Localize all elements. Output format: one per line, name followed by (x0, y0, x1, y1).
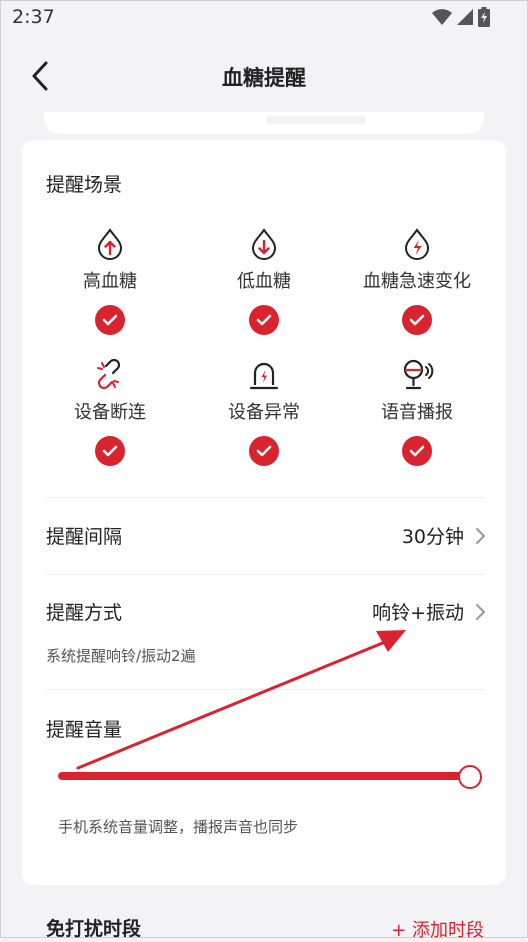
checkmark-icon (102, 445, 118, 457)
volume-slider-thumb[interactable] (458, 765, 482, 789)
settings-card: 提醒场景 高血糖 低血糖 血糖急速变化 设备断连 设备异常 语音播报 提醒间隔 … (22, 140, 506, 885)
divider (46, 497, 484, 498)
scene-checkbox[interactable] (95, 436, 125, 466)
scene-checkbox[interactable] (249, 305, 279, 335)
scene-checkbox[interactable] (95, 305, 125, 335)
checkmark-icon (256, 445, 272, 457)
checkmark-icon (256, 314, 272, 326)
divider (46, 689, 484, 690)
signal-icon (457, 9, 473, 25)
checkmark-icon (102, 314, 118, 326)
page-title: 血糖提醒 (222, 66, 306, 90)
scene-checkbox[interactable] (402, 436, 432, 466)
method-label: 提醒方式 (46, 602, 123, 624)
method-value: 响铃+振动 (372, 602, 464, 624)
method-row[interactable]: 提醒方式 响铃+振动 (46, 592, 486, 632)
interval-row[interactable]: 提醒间隔 30分钟 (46, 516, 486, 556)
scene-voice-broadcast[interactable]: 语音播报 (342, 358, 492, 466)
device-alarm-icon (249, 362, 279, 390)
chevron-right-icon (476, 604, 485, 620)
divider (46, 574, 484, 575)
scene-label: 设备断连 (74, 402, 146, 423)
scene-device-abnormal[interactable]: 设备异常 (189, 358, 339, 466)
scene-label: 语音播报 (381, 402, 453, 423)
scene-checkbox[interactable] (249, 436, 279, 466)
battery-icon (478, 7, 490, 27)
scene-label: 高血糖 (83, 271, 137, 292)
scene-label: 设备异常 (228, 402, 300, 423)
scene-label: 低血糖 (237, 271, 291, 292)
interval-label: 提醒间隔 (46, 526, 123, 548)
volume-slider-track[interactable] (58, 772, 470, 780)
scene-low-glucose[interactable]: 低血糖 (189, 227, 339, 335)
add-period-button[interactable]: + 添加时段 (391, 916, 484, 942)
scene-high-glucose[interactable]: 高血糖 (35, 227, 185, 335)
top-card-handle (266, 116, 366, 124)
scene-label: 血糖急速变化 (363, 271, 471, 292)
checkmark-icon (409, 445, 425, 457)
high-glucose-icon (97, 228, 123, 260)
checkmark-icon (409, 314, 425, 326)
voice-broadcast-icon (403, 359, 434, 390)
low-glucose-icon (251, 228, 277, 260)
disconnect-icon (97, 358, 121, 390)
volume-label: 提醒音量 (46, 719, 123, 741)
top-card-remnant (44, 112, 484, 134)
rapid-change-icon (404, 228, 430, 260)
method-description: 系统提醒响铃/振动2遍 (46, 647, 196, 665)
status-icons (432, 7, 490, 27)
navigation-bar: 血糖提醒 (0, 40, 528, 112)
chevron-right-icon (476, 528, 485, 544)
scene-rapid-change[interactable]: 血糖急速变化 (342, 227, 492, 335)
status-bar: 2:37 (0, 0, 528, 36)
dnd-section-title: 免打扰时段 (46, 918, 142, 940)
scene-checkbox[interactable] (402, 305, 432, 335)
wifi-icon (432, 9, 452, 25)
interval-value: 30分钟 (401, 526, 464, 548)
scenes-section-title: 提醒场景 (46, 174, 123, 196)
status-time: 2:37 (12, 6, 55, 28)
scene-device-disconnect[interactable]: 设备断连 (35, 358, 185, 466)
volume-hint: 手机系统音量调整，播报声音也同步 (58, 818, 299, 836)
